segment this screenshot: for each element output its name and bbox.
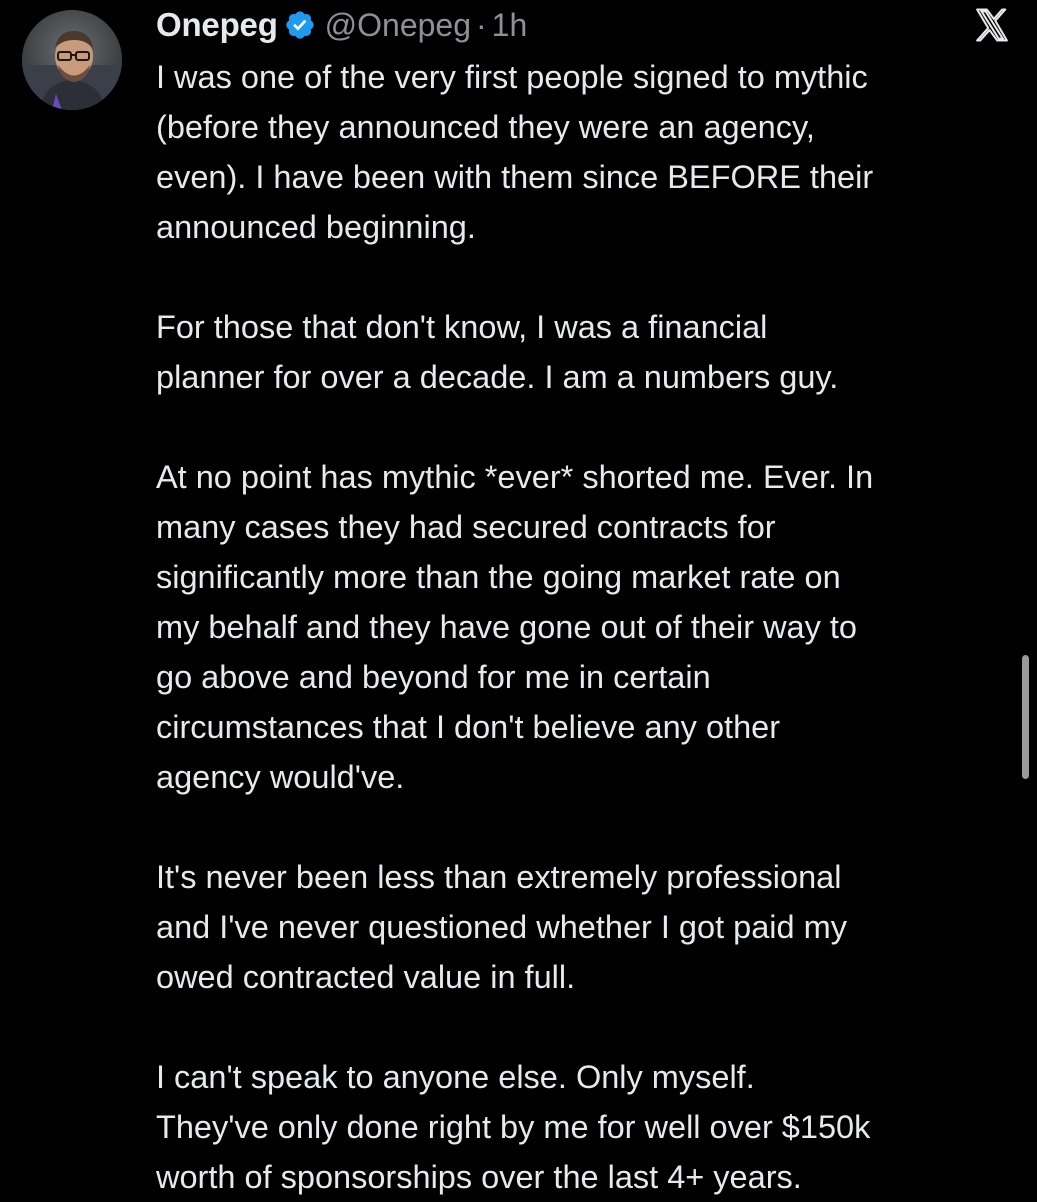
tweet-text-line: At no point has mythic *ever* shorted me… <box>156 459 874 495</box>
tweet-text-line: I was one of the very first people signe… <box>156 59 868 95</box>
verified-badge-icon <box>284 9 316 41</box>
tweet-text-line: and I've never questioned whether I got … <box>156 909 847 945</box>
tweet-text-line: circumstances that I don't believe any o… <box>156 709 781 745</box>
tweet-text-line: They've only done right by me for well o… <box>156 1109 871 1145</box>
handle[interactable]: @Onepeg <box>325 7 471 44</box>
tweet-text-line: my behalf and they have gone out of thei… <box>156 609 858 645</box>
timestamp[interactable]: 1h <box>492 7 528 44</box>
tweet-text-line: For those that don't know, I was a finan… <box>156 309 768 345</box>
x-logo-icon[interactable] <box>972 6 1012 44</box>
tweet-text-line: announced beginning. <box>156 209 476 245</box>
avatar[interactable] <box>22 10 122 110</box>
tweet-text-line: planner for over a decade. I am a number… <box>156 359 839 395</box>
tweet-header: Onepeg @Onepeg · 1h <box>156 2 527 48</box>
tweet-text-line: even). I have been with them since BEFOR… <box>156 159 874 195</box>
tweet-text-line: I can't speak to anyone else. Only mysel… <box>156 1059 755 1095</box>
avatar-photo <box>22 10 122 110</box>
scrollbar-thumb[interactable] <box>1022 655 1029 779</box>
tweet-text-line: many cases they had secured contracts fo… <box>156 509 776 545</box>
tweet-text-line: significantly more than the going market… <box>156 559 841 595</box>
tweet-text-line: It's never been less than extremely prof… <box>156 859 842 895</box>
tweet-text-line: go above and beyond for me in certain <box>156 659 711 695</box>
separator-dot: · <box>476 6 487 43</box>
tweet-text: I was one of the very first people signe… <box>156 52 1016 1202</box>
tweet-text-line: (before they announced they were an agen… <box>156 109 815 145</box>
tweet: Onepeg @Onepeg · 1h I was one of the ver… <box>0 0 1037 1200</box>
tweet-text-line: worth of sponsorships over the last 4+ y… <box>156 1159 802 1195</box>
display-name[interactable]: Onepeg <box>156 6 278 44</box>
tweet-text-line: agency would've. <box>156 759 405 795</box>
tweet-text-line: owed contracted value in full. <box>156 959 576 995</box>
